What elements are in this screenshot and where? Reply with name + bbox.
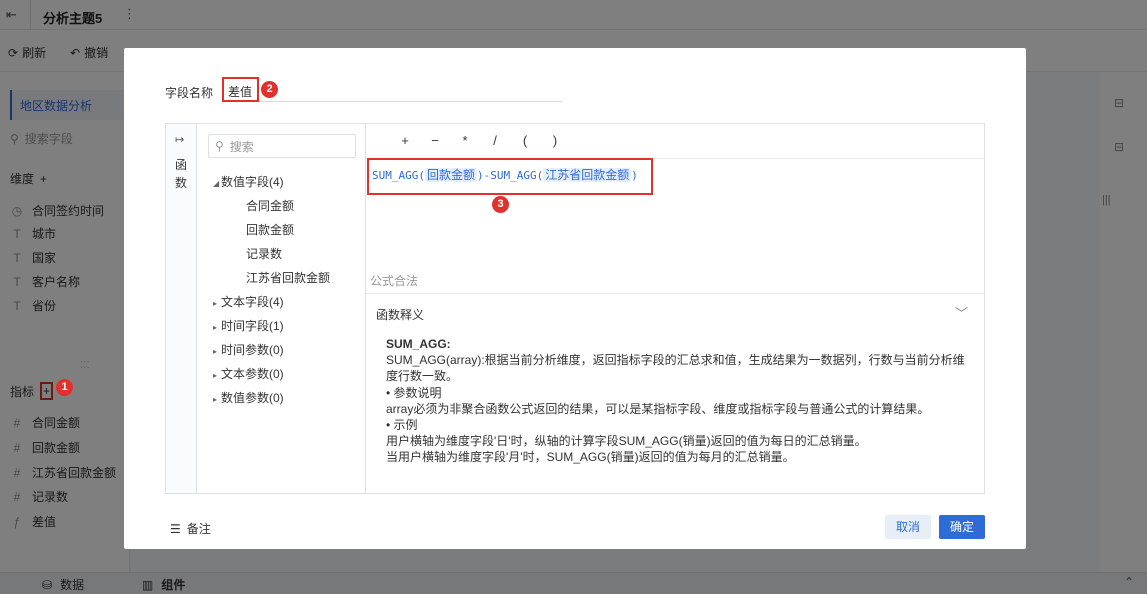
caret-right-icon: ▸ (213, 347, 218, 356)
function-doc: SUM_AGG: SUM_AGG(array):根据当前分析维度，返回指标字段的… (386, 337, 965, 465)
annotation-badge: 3 (492, 196, 509, 213)
note-icon: ☰ (170, 521, 181, 536)
plus-operator-button[interactable]: + (390, 133, 420, 148)
expand-icon[interactable]: ↦ (175, 133, 184, 146)
caret-right-icon: ▸ (213, 323, 218, 332)
field-tree: ⚲ 搜索 ◢ 数值字段(4) 合同金额 回款金额 记录数 江苏省回款金额 ▸ 文本字… (197, 124, 366, 493)
formula-pane: + − * / ( ) SUM_AGG(回款金额)-SUM_AGG(江苏省回款金… (366, 124, 984, 493)
ok-button[interactable]: 确定 (939, 515, 985, 539)
tree-item[interactable]: 记录数 (246, 245, 282, 262)
formula-input[interactable]: SUM_AGG(回款金额)-SUM_AGG(江苏省回款金额) (367, 158, 653, 195)
caret-right-icon: ▸ (213, 299, 218, 308)
function-rail[interactable]: ↦ 函数 (166, 124, 197, 493)
annotation-badge: 1 (56, 379, 73, 396)
tree-group[interactable]: ▸ 时间参数(0) (213, 341, 284, 358)
field-token[interactable]: 江苏省回款金额 (543, 168, 632, 182)
function-rail-label: 函数 (174, 158, 187, 190)
doc-header[interactable]: 函数释义 ﹀ (366, 293, 984, 329)
tree-item[interactable]: 回款金额 (246, 221, 294, 238)
minus-operator-button[interactable]: − (420, 133, 450, 148)
search-icon: ⚲ (215, 139, 224, 153)
field-name-label: 字段名称 (165, 86, 214, 100)
formula-editor: ↦ 函数 ⚲ 搜索 ◢ 数值字段(4) 合同金额 回款金额 记录数 江苏省回款金额… (165, 123, 985, 494)
cancel-button[interactable]: 取消 (885, 515, 931, 539)
tree-item[interactable]: 合同金额 (246, 197, 294, 214)
chevron-down-icon[interactable]: ﹀ (955, 303, 968, 322)
tree-search-input[interactable]: ⚲ 搜索 (208, 134, 356, 158)
caret-down-icon: ◢ (213, 179, 220, 188)
operator-bar: + − * / ( ) (390, 133, 570, 148)
field-token[interactable]: 回款金额 (424, 168, 477, 182)
tree-group[interactable]: ◢ 数值字段(4) (213, 173, 284, 190)
tree-group[interactable]: ▸ 文本参数(0) (213, 365, 284, 382)
close-paren-button[interactable]: ) (540, 133, 570, 148)
tree-group[interactable]: ▸ 时间字段(1) (213, 317, 284, 334)
tree-item[interactable]: 江苏省回款金额 (246, 269, 330, 286)
caret-right-icon: ▸ (213, 395, 218, 404)
note-button[interactable]: ☰ 备注 (170, 520, 211, 537)
calculated-field-dialog: 字段名称 差值 2 ↦ 函数 ⚲ 搜索 ◢ 数值字段(4) 合同金额 回款金额 记… (124, 48, 1026, 549)
divide-operator-button[interactable]: / (480, 133, 510, 148)
tree-group[interactable]: ▸ 文本字段(4) (213, 293, 284, 310)
multiply-operator-button[interactable]: * (450, 133, 480, 148)
tree-group[interactable]: ▸ 数值参数(0) (213, 389, 284, 406)
field-name-value: 差值 (222, 77, 260, 102)
caret-right-icon: ▸ (213, 371, 218, 380)
open-paren-button[interactable]: ( (510, 133, 540, 148)
formula-status: 公式合法 (370, 274, 419, 288)
annotation-badge: 2 (261, 81, 278, 98)
